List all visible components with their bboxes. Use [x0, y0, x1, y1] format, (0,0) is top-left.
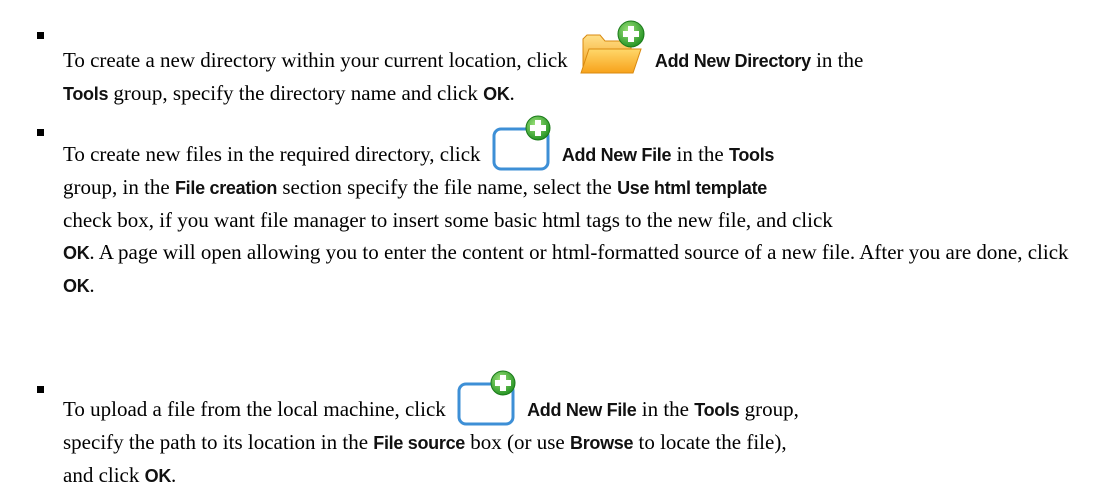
- ui-label-file-source: File source: [373, 433, 466, 453]
- ui-label-browse: Browse: [570, 433, 634, 453]
- text-segment: To upload a file from the local machine,…: [63, 397, 446, 421]
- text-segment: To create new files in the required dire…: [63, 142, 481, 166]
- text-segment: in the: [676, 142, 724, 166]
- list-item-text: To upload a file from the local machine,…: [63, 370, 1093, 492]
- bullet-marker: [37, 32, 44, 39]
- list-item-text: To create new files in the required dire…: [63, 115, 1093, 302]
- ui-label-ok: OK: [483, 84, 510, 104]
- text-segment: to locate the file),: [638, 430, 787, 454]
- text-segment: group, specify the directory name and cl…: [113, 81, 478, 105]
- list-item-text: To create a new directory within your cu…: [63, 19, 1093, 110]
- bullet-marker: [37, 386, 44, 393]
- text-segment-and-click: and click: [63, 463, 140, 487]
- ui-label-use-html-template: Use html template: [617, 178, 768, 198]
- text-segment: section specify the file name, select th…: [282, 175, 612, 199]
- bullet-marker: [37, 129, 44, 136]
- text-segment: . A page will open allowing you to enter…: [89, 240, 1069, 264]
- text-segment: .: [89, 273, 95, 297]
- text-segment: in the: [816, 48, 864, 72]
- text-segment: group, in the: [63, 175, 170, 199]
- ui-label-tools: Tools: [728, 145, 775, 165]
- ui-label-ok: OK: [63, 276, 90, 296]
- text-segment: .: [171, 463, 177, 487]
- ui-label-add-new-file: Add New File: [527, 400, 637, 420]
- add-file-icon[interactable]: [457, 370, 519, 426]
- text-segment: group,: [744, 397, 799, 421]
- ui-label-ok: OK: [63, 243, 90, 263]
- ui-label-file-creation: File creation: [174, 178, 278, 198]
- text-segment: in the: [641, 397, 689, 421]
- text-segment: box (or use: [470, 430, 565, 454]
- ui-label-tools: Tools: [63, 84, 109, 104]
- add-file-icon[interactable]: [492, 115, 554, 171]
- ui-label-add-new-file: Add New File: [561, 145, 672, 165]
- ui-label-add-new-directory: Add New Directory: [654, 51, 811, 71]
- text-segment-path-intro: specify the path to its location in the: [63, 430, 369, 454]
- ui-label-tools: Tools: [694, 400, 740, 420]
- ui-label-ok: OK: [144, 466, 172, 486]
- text-segment: To create a new directory within your cu…: [63, 48, 568, 72]
- text-segment: .: [509, 81, 515, 105]
- text-segment: check box, if you want file manager to i…: [63, 208, 833, 232]
- add-folder-icon[interactable]: [579, 19, 647, 77]
